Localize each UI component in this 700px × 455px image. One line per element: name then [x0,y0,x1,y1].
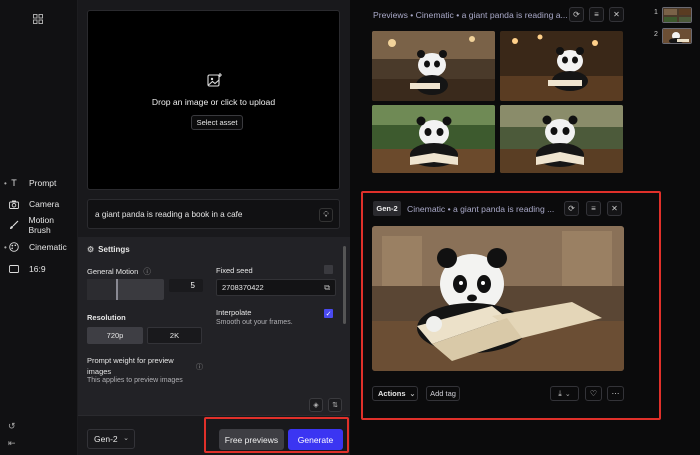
general-motion-slider-fill [87,279,117,300]
highlight-box-footer [204,417,349,453]
fixed-seed-value[interactable]: 2708370422 [222,283,264,292]
model-select-value: Gen-2 [94,434,118,444]
brush-icon [8,219,20,231]
general-motion-label: General Motion ⓘ [87,266,151,277]
palette-icon [8,241,20,253]
download-icon: ⤓ [558,388,562,398]
settings-title: Settings [98,245,130,254]
fixed-seed-input[interactable]: 2708370422 ⧉ [216,279,336,296]
generated-video-preview[interactable] [372,226,624,371]
interpolate-description: Smooth out your frames. [216,319,293,326]
general-motion-slider-handle[interactable] [116,279,119,300]
select-asset-button[interactable]: Select asset [191,115,243,130]
adjust-icon[interactable]: ⇅ [328,398,342,412]
more-options-icon[interactable]: ⋯ [607,386,624,401]
generation-panel: Drop an image or click to upload Select … [78,0,350,455]
settings-header[interactable]: ⚙︎ Settings [87,245,130,254]
chevron-down-icon: ⌄ [123,435,129,442]
grid-icon[interactable] [33,14,43,24]
image-add-icon [207,73,222,87]
settings-section: ⚙︎ Settings General Motion ⓘ 5 Fixed seed… [78,237,350,415]
interpolate-label: Interpolate [216,308,252,317]
camera-icon [8,198,20,210]
previews-header: Previews • Cinematic • a giant panda is … [373,10,568,20]
menu-icon[interactable]: ≡ [589,7,604,22]
lightbulb-icon[interactable]: 💡︎ [319,208,333,222]
strip-thumbnail[interactable] [662,7,692,23]
general-motion-value[interactable]: 5 [169,279,203,292]
sidebar-item-motion-brush[interactable]: Motion Brush [4,215,77,235]
sidebar-item-label: Cinematic [29,242,67,252]
fixed-seed-checkbox[interactable] [324,265,333,274]
preview-image[interactable] [500,31,623,101]
sidebar-item-label: 16:9 [29,264,46,274]
image-upload-dropzone[interactable]: Drop an image or click to upload Select … [87,10,340,190]
resolution-option-720p[interactable]: 720p [87,327,143,344]
drop-instructions: Drop an image or click to upload [151,97,276,107]
left-rail: • T Prompt Camera Motion Brush • Cinemat… [0,0,78,455]
info-icon[interactable]: ⓘ [143,267,151,276]
info-icon[interactable]: ⓘ [196,362,203,372]
sidebar-item-aspect-ratio[interactable]: 16:9 [4,261,46,277]
actions-label: Actions [378,389,406,398]
actions-menu-button[interactable]: Actions ⌄ [372,386,418,401]
strip-index: 1 [654,9,658,16]
refresh-icon[interactable]: ⟳ [569,7,584,22]
generation-title: Cinematic • a giant panda is reading ... [407,204,555,214]
model-tag: Gen-2 [373,201,401,216]
chevron-down-icon: ⌄ [409,390,416,398]
prompt-text[interactable]: a giant panda is reading a book in a caf… [95,210,242,219]
strip-index: 2 [654,31,658,38]
settings-sliders-icon: ⚙︎ [87,245,95,254]
sidebar-item-label: Prompt [29,178,57,188]
strip-thumbnail[interactable] [662,28,692,44]
chevron-down-icon: ⌄ [564,390,571,398]
aspect-ratio-icon [8,263,20,275]
fixed-seed-label: Fixed seed [216,266,253,275]
preview-image[interactable] [372,105,495,173]
model-select[interactable]: Gen-2 ⌄ [87,429,135,449]
sidebar-item-camera[interactable]: Camera [4,196,59,212]
interpolate-checkbox[interactable]: ✓ [324,309,333,318]
sidebar-item-prompt[interactable]: • T Prompt [4,175,56,191]
close-icon[interactable]: ✕ [607,201,622,216]
add-tag-button[interactable]: Add tag [426,386,460,401]
resolution-label: Resolution [87,313,126,322]
menu-icon[interactable]: ≡ [586,201,601,216]
resolution-option-2k[interactable]: 2K [147,327,202,344]
prompt-weight-label: Prompt weight for preview images [87,356,174,376]
download-button[interactable]: ⤓ ⌄ [550,386,579,401]
prompt-weight-description: This applies to preview images [87,377,183,384]
favorite-heart-icon[interactable]: ♡ [585,386,602,401]
layers-icon[interactable]: ◈ [309,398,323,412]
general-motion-label-text: General Motion [87,267,139,276]
copy-icon[interactable]: ⧉ [324,283,330,293]
general-motion-slider[interactable] [87,279,164,300]
undo-icon[interactable]: ↺ [8,421,18,431]
preview-image[interactable] [500,105,623,173]
settings-scrollbar[interactable] [343,246,346,324]
prompt-input[interactable]: a giant panda is reading a book in a caf… [87,199,340,229]
refresh-icon[interactable]: ⟳ [564,201,579,216]
sidebar-item-label: Motion Brush [28,215,55,235]
sidebar-item-cinematic[interactable]: • Cinematic [4,239,67,255]
collapse-icon[interactable]: ⇤ [8,438,18,448]
preview-image[interactable] [372,31,495,101]
close-icon[interactable]: ✕ [609,7,624,22]
sidebar-item-label: Camera [29,199,60,209]
text-t-icon: T [11,178,17,188]
